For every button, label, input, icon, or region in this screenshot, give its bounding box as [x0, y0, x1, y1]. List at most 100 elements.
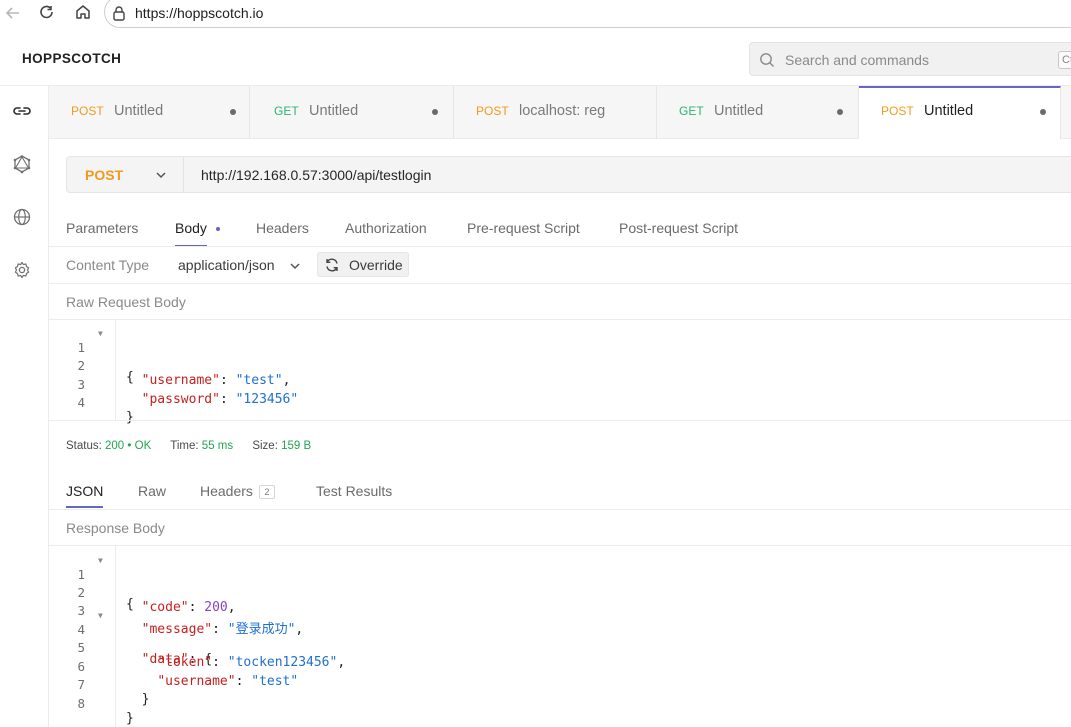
tab-body[interactable]: Body: [175, 220, 207, 247]
tab-method: POST: [476, 104, 509, 118]
tab-parameters[interactable]: Parameters: [66, 220, 138, 236]
override-button[interactable]: Override: [317, 252, 409, 277]
json-number: 200: [204, 600, 228, 615]
json-key: "username": [157, 674, 236, 689]
method-select[interactable]: POST: [85, 167, 123, 183]
size-label: Size:: [252, 440, 278, 452]
status-code: 200: [105, 440, 125, 452]
divider: [49, 246, 1071, 247]
status-text: OK: [134, 440, 152, 452]
size-value: 159 B: [281, 440, 312, 452]
fold-arrow-icon[interactable]: ▼: [98, 329, 103, 338]
link-icon[interactable]: [12, 101, 32, 121]
tab-json[interactable]: JSON: [66, 483, 104, 508]
tab-title: Untitled: [924, 103, 974, 119]
time-item: Time: 55 ms: [170, 440, 233, 452]
tab-response-headers-label: Headers: [200, 483, 253, 499]
json-key: "token": [157, 655, 213, 670]
headers-count-badge: 2: [258, 485, 275, 500]
app-header: HOPPSCOTCH Search and commands Ct: [0, 32, 1071, 86]
json-string: "test": [251, 674, 299, 689]
body-indicator-dot: [216, 227, 220, 231]
content-type-select[interactable]: application/json: [178, 257, 275, 273]
home-icon[interactable]: [74, 3, 92, 21]
tab-raw[interactable]: Raw: [138, 483, 166, 499]
code-line: 2 "username": "test",: [49, 343, 290, 388]
chevron-down-icon[interactable]: [155, 168, 167, 186]
unsaved-dot-icon[interactable]: [230, 109, 236, 115]
unsaved-dot-icon[interactable]: [1040, 109, 1046, 115]
request-tab[interactable]: POST localhost: reg: [454, 86, 657, 139]
code-line: 4 }: [49, 380, 133, 425]
json-key: "message": [141, 622, 213, 637]
code-line: 6 "username": "test": [49, 644, 298, 689]
back-arrow-icon[interactable]: [4, 4, 22, 22]
time-label: Time:: [170, 440, 199, 452]
time-value: 55 ms: [201, 440, 234, 452]
request-tab[interactable]: GET Untitled: [657, 86, 859, 139]
tab-pre-request-script[interactable]: Pre-request Script: [467, 220, 580, 236]
url-input[interactable]: http://192.168.0.57:3000/api/testlogin: [201, 167, 431, 183]
search-icon: [759, 52, 775, 73]
refresh-icon: [323, 256, 341, 279]
divider: [183, 157, 184, 192]
tab-method: POST: [71, 104, 104, 118]
line-number: 4: [77, 395, 85, 410]
address-bar-url: https://hoppscotch.io: [135, 5, 264, 21]
tab-test-results[interactable]: Test Results: [316, 483, 392, 499]
code-line: 3 "password": "123456": [49, 362, 298, 407]
request-tabs-bar: POST Untitled GET Untitled POST localhos…: [49, 86, 1071, 139]
code-line: 4 ▼ "data": {: [49, 607, 212, 667]
request-tab-active[interactable]: POST Untitled: [859, 86, 1061, 139]
divider: [49, 283, 1071, 284]
divider: [49, 509, 1071, 510]
globe-icon[interactable]: [12, 207, 32, 227]
line-number: 8: [77, 696, 85, 711]
search-commands-input[interactable]: Search and commands Ct: [749, 42, 1071, 76]
json-key: "code": [141, 600, 189, 615]
response-body-viewer[interactable]: 1 ▼ { 2 "code": 200, 3 "message": "登录成功"…: [49, 546, 1071, 727]
tab-authorization[interactable]: Authorization: [345, 220, 427, 236]
request-tab[interactable]: POST Untitled: [49, 86, 250, 139]
search-placeholder: Search and commands: [785, 52, 929, 68]
brand-logo[interactable]: HOPPSCOTCH: [22, 51, 121, 66]
chevron-down-icon[interactable]: [289, 259, 301, 277]
unsaved-dot-icon[interactable]: [837, 109, 843, 115]
sidebar: [0, 86, 49, 727]
json-key: "username": [141, 373, 220, 388]
code-line: 1 ▼ {: [49, 325, 133, 385]
tab-method: GET: [274, 104, 299, 118]
code-line: 7 }: [49, 662, 149, 707]
reload-icon[interactable]: [38, 4, 56, 22]
tab-title: localhost: reg: [519, 103, 606, 119]
search-shortcut-key: Ct: [1058, 51, 1071, 69]
graphql-icon[interactable]: [12, 154, 32, 174]
raw-request-body-label: Raw Request Body: [66, 294, 186, 310]
divider: [49, 420, 1071, 421]
json-string: "tocken123456": [227, 655, 338, 670]
code-line: 2 "code": 200,: [49, 570, 235, 615]
status-label: Status:: [66, 440, 102, 452]
tab-response-headers[interactable]: Headers 2: [200, 483, 275, 500]
content-type-label: Content Type: [66, 257, 150, 273]
json-key: "password": [141, 392, 220, 407]
lock-icon: [112, 5, 126, 26]
tab-title: Untitled: [714, 103, 764, 119]
tab-post-request-script[interactable]: Post-request Script: [619, 220, 738, 236]
code-line: 8 }: [49, 681, 133, 726]
request-tab[interactable]: GET Untitled: [250, 86, 454, 139]
json-string: "123456": [235, 392, 299, 407]
fold-arrow-icon[interactable]: ▼: [98, 611, 103, 620]
tab-method: POST: [881, 104, 914, 118]
tab-headers[interactable]: Headers: [256, 220, 309, 236]
code-line: 3 "message": "登录成功",: [49, 588, 303, 637]
request-bar: POST http://192.168.0.57:3000/api/testlo…: [66, 156, 1071, 193]
fold-arrow-icon[interactable]: ▼: [98, 556, 103, 565]
request-body-editor[interactable]: 1 ▼ { 2 "username": "test", 3 "password"…: [49, 320, 1071, 425]
unsaved-dot-icon[interactable]: [432, 109, 438, 115]
browser-toolbar: https://hoppscotch.io: [0, 0, 1071, 28]
gear-icon[interactable]: [12, 260, 32, 280]
tab-title: Untitled: [114, 103, 164, 119]
status-item: Status: 200 • OK: [66, 440, 152, 452]
size-item: Size: 159 B: [252, 440, 311, 452]
